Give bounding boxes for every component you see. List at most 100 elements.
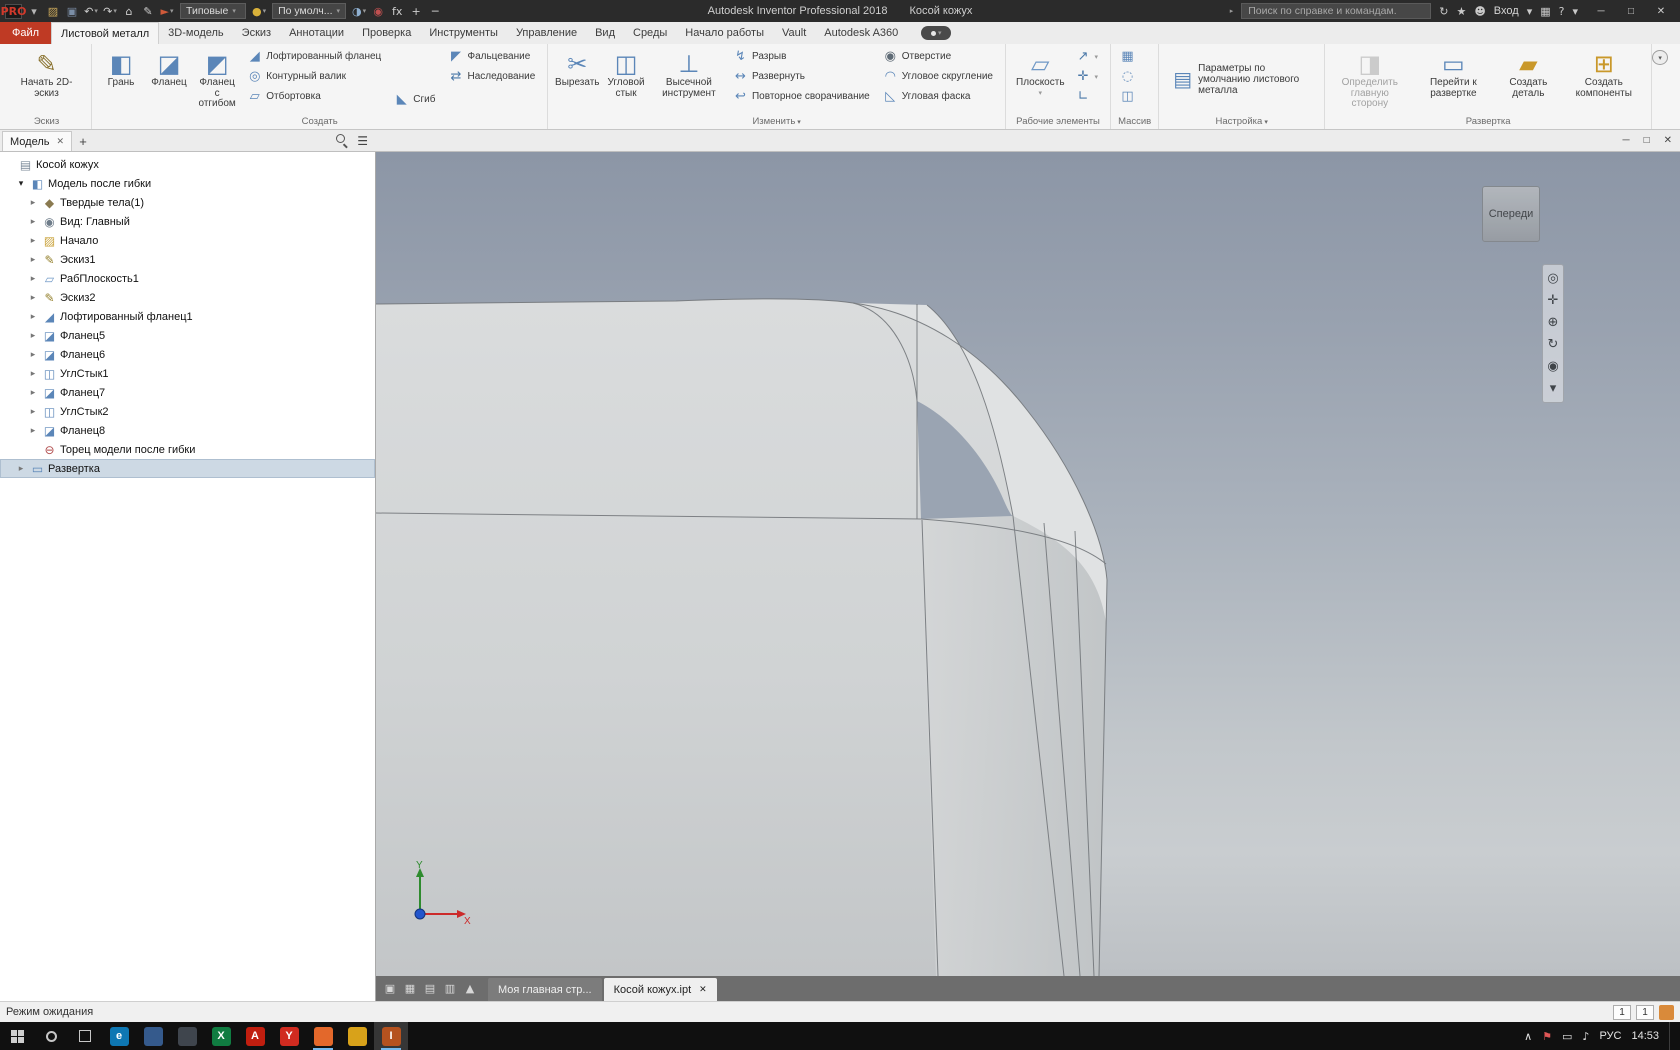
expand-icon[interactable]: ▸ bbox=[27, 197, 39, 208]
help-search-input[interactable] bbox=[1241, 3, 1431, 19]
search-expand-icon[interactable]: ▸ bbox=[1230, 7, 1234, 15]
inventor-logo-button[interactable]: PRO bbox=[3, 2, 24, 20]
axis-button[interactable]: ↗▾ bbox=[1073, 47, 1105, 66]
3d-viewport[interactable]: Спереди ◎✛⊕↻◉▾ Y X bbox=[376, 152, 1680, 976]
fold-button[interactable]: ◤Фальцевание bbox=[445, 47, 541, 66]
color-target-button[interactable]: ◉ bbox=[369, 2, 387, 20]
clock[interactable]: 14:53 bbox=[1631, 1030, 1659, 1042]
close-button[interactable]: ✕ bbox=[1646, 0, 1676, 22]
add-panel-button[interactable]: + bbox=[74, 131, 92, 151]
part-flange-face[interactable] bbox=[921, 516, 1106, 976]
refold-button[interactable]: ↩Повторное сворачивание bbox=[730, 87, 876, 106]
face-button[interactable]: ◧Грань bbox=[98, 47, 144, 92]
ribbon-tab[interactable]: Среды bbox=[624, 22, 676, 44]
contour-roll-button[interactable]: ◎Контурный валик bbox=[244, 67, 387, 86]
tree-item[interactable]: ▸◫УглСтык2 bbox=[0, 402, 375, 421]
document-minimize-button[interactable]: ─ bbox=[1622, 135, 1629, 146]
expand-icon[interactable]: ▸ bbox=[27, 406, 39, 417]
sync-icon[interactable]: ↻ bbox=[1439, 6, 1448, 17]
show-desktop-button[interactable] bbox=[1669, 1022, 1674, 1050]
ucs-button[interactable]: ∟ bbox=[1073, 87, 1105, 106]
tree-item[interactable]: ▸◆Твердые тела(1) bbox=[0, 193, 375, 212]
browser-tab-model[interactable]: Модель ✕ bbox=[2, 131, 72, 151]
tree-item[interactable]: ▸◉Вид: Главный bbox=[0, 212, 375, 231]
sketch-pen-button[interactable]: ✎ bbox=[139, 2, 157, 20]
tree-item[interactable]: ▸▭Развертка bbox=[0, 459, 375, 478]
select-tool-button[interactable]: ►▾ bbox=[158, 2, 176, 20]
ribbon-tab[interactable]: Вид bbox=[586, 22, 624, 44]
tree-item[interactable]: ▸✎Эскиз2 bbox=[0, 288, 375, 307]
appearance-adjust-button[interactable]: ◑▾ bbox=[350, 2, 368, 20]
tree-item[interactable]: ▸▨Начало bbox=[0, 231, 375, 250]
home-button[interactable]: ⌂ bbox=[120, 2, 138, 20]
app-edge-taskbar-button[interactable]: e bbox=[102, 1022, 136, 1050]
menu-caret-button[interactable]: ▾ bbox=[25, 2, 43, 20]
ribbon-tab[interactable]: 3D-модель bbox=[159, 22, 232, 44]
cut-button[interactable]: ✂Вырезать bbox=[554, 47, 600, 92]
style-dropdown[interactable]: Типовые▾ bbox=[180, 3, 246, 19]
undo-button[interactable]: ↶▾ bbox=[82, 2, 100, 20]
lofted-flange-button[interactable]: ◢Лофтированный фланец bbox=[244, 47, 387, 66]
expand-icon[interactable]: ▸ bbox=[27, 216, 39, 227]
tree-item[interactable]: ▸◢Лофтированный фланец1 bbox=[0, 307, 375, 326]
hem-button[interactable]: ▱Отбортовка bbox=[244, 87, 387, 106]
bend-button[interactable]: ◣Сгиб bbox=[391, 90, 441, 109]
tree-item[interactable]: ▸◫УглСтык1 bbox=[0, 364, 375, 383]
tree-item[interactable]: ▤Косой кожух bbox=[0, 155, 375, 174]
material-sphere-button[interactable]: ●▾ bbox=[250, 2, 268, 20]
mirror-button[interactable]: ◫ bbox=[1117, 87, 1141, 106]
expand-icon[interactable]: ▸ bbox=[27, 311, 39, 322]
close-tab-icon[interactable]: ✕ bbox=[699, 984, 707, 995]
punch-button[interactable]: ⊥Высечной инструмент bbox=[652, 47, 726, 102]
expand-icon[interactable]: ▸ bbox=[27, 349, 39, 360]
expand-icon[interactable]: ▸ bbox=[27, 235, 39, 246]
app-y-taskbar-button[interactable]: Y bbox=[272, 1022, 306, 1050]
search-button[interactable] bbox=[34, 1022, 68, 1050]
signin-button[interactable]: Вход bbox=[1494, 5, 1519, 17]
document-tab[interactable]: Моя главная стр... bbox=[488, 978, 602, 1001]
collapse-docbar-button[interactable]: ▲ bbox=[460, 976, 480, 1001]
tree-item[interactable]: ▸◪Фланец7 bbox=[0, 383, 375, 402]
tree-item[interactable]: ▸◪Фланец5 bbox=[0, 326, 375, 345]
browser-search-icon[interactable] bbox=[336, 134, 349, 147]
ribbon-group-label[interactable]: Изменить▾ bbox=[551, 114, 1002, 129]
make-components-button[interactable]: ⊞Создать компоненты bbox=[1562, 47, 1645, 102]
look-at-icon[interactable]: ◉ bbox=[1547, 360, 1558, 373]
tree-item[interactable]: ▸◪Фланец8 bbox=[0, 421, 375, 440]
volume-icon[interactable]: ♪ bbox=[1582, 1031, 1589, 1042]
expand-icon[interactable]: ▸ bbox=[27, 425, 39, 436]
browser-menu-icon[interactable]: ☰ bbox=[357, 134, 368, 148]
expand-icon[interactable]: ▸ bbox=[15, 463, 27, 474]
arrange-vertical-button[interactable]: ▥ bbox=[440, 976, 460, 1001]
circ-pattern-button[interactable]: ◌ bbox=[1117, 67, 1141, 86]
help-icon[interactable]: ? bbox=[1559, 6, 1565, 17]
corner-round-button[interactable]: ◠Угловое скругление bbox=[880, 67, 999, 86]
app-dark-taskbar-button[interactable] bbox=[170, 1022, 204, 1050]
point-button[interactable]: ✛▾ bbox=[1073, 67, 1105, 86]
favorites-star-icon[interactable]: ★ bbox=[1456, 6, 1466, 17]
document-restore-button[interactable]: □ bbox=[1644, 135, 1650, 146]
corner-seam-button[interactable]: ◫Угловой стык bbox=[602, 47, 650, 102]
ribbon-tab[interactable]: Управление bbox=[507, 22, 586, 44]
ribbon-collapse-button[interactable]: ▾ bbox=[1652, 50, 1668, 65]
ribbon-tab[interactable]: Vault bbox=[773, 22, 815, 44]
appearance-dropdown[interactable]: По умолч...▾ bbox=[272, 3, 346, 19]
start-button[interactable] bbox=[0, 1022, 34, 1050]
orbit-icon[interactable]: ↻ bbox=[1548, 338, 1559, 351]
nav-wheel-icon[interactable]: ◎ bbox=[1547, 272, 1558, 285]
tree-item[interactable]: ▸◪Фланец6 bbox=[0, 345, 375, 364]
user-icon[interactable]: ☻ bbox=[1474, 6, 1485, 17]
view-cube[interactable]: Спереди bbox=[1482, 186, 1540, 242]
task-view-button[interactable] bbox=[68, 1022, 102, 1050]
rect-pattern-button[interactable]: ▦ bbox=[1117, 47, 1141, 66]
minimize-button[interactable]: ─ bbox=[1586, 0, 1616, 22]
add-button[interactable]: + bbox=[407, 2, 425, 20]
expand-icon[interactable]: ▸ bbox=[27, 387, 39, 398]
tree-item[interactable]: ▾◧Модель после гибки bbox=[0, 174, 375, 193]
tray-expand-icon[interactable]: ∧ bbox=[1524, 1031, 1532, 1042]
parameters-fx-button[interactable]: fx bbox=[388, 2, 406, 20]
ribbon-options-button[interactable]: ▾ bbox=[921, 26, 951, 40]
open-button[interactable]: ▨ bbox=[44, 2, 62, 20]
maximize-button[interactable]: □ bbox=[1616, 0, 1646, 22]
document-close-button[interactable]: ✕ bbox=[1664, 135, 1672, 146]
